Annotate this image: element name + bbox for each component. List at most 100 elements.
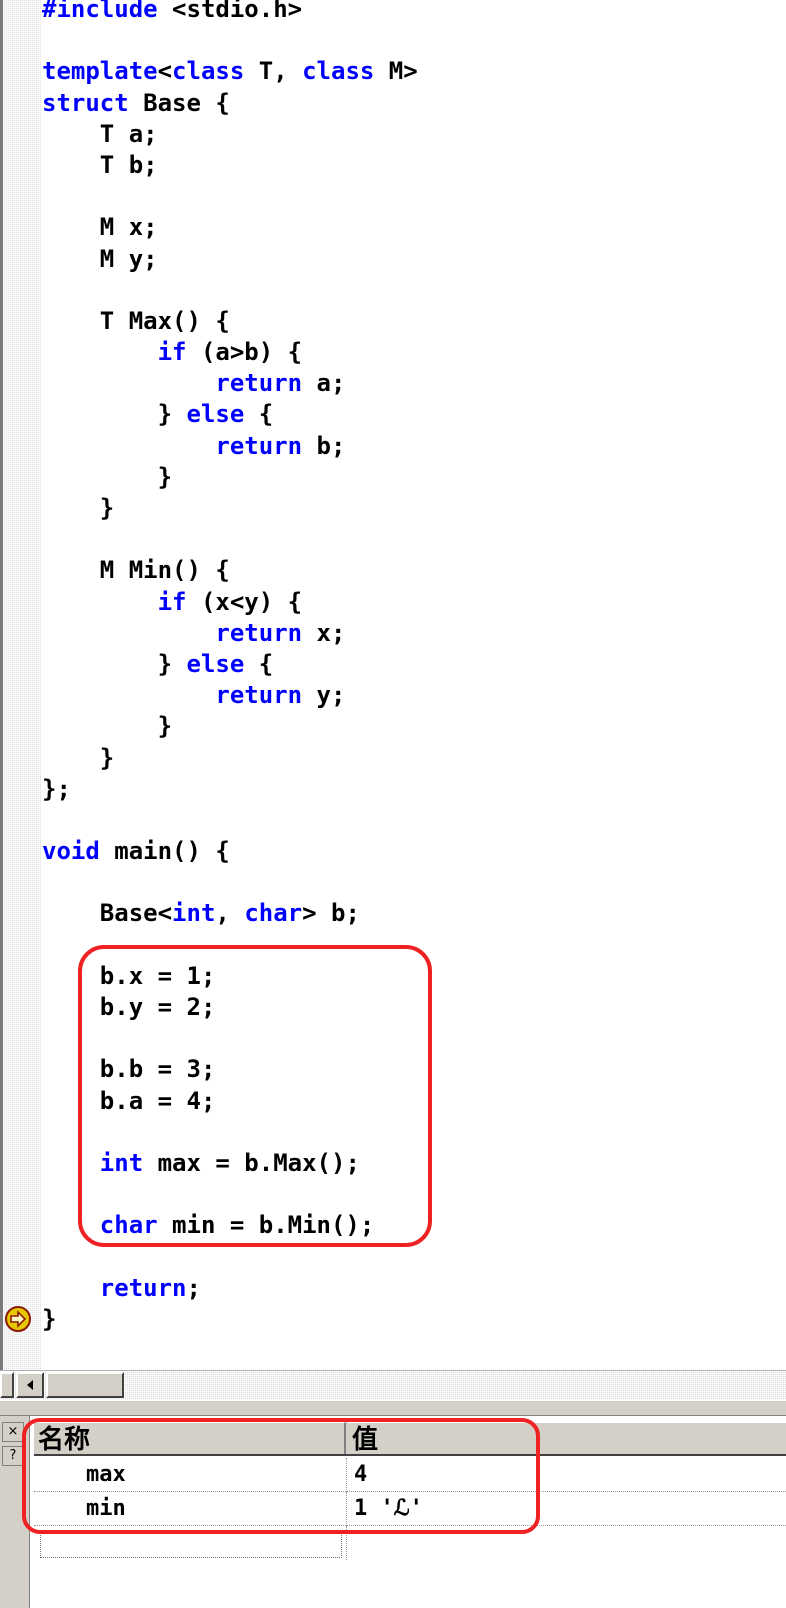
code-line[interactable]: } — [42, 711, 418, 742]
new-watch-entry[interactable] — [40, 1532, 342, 1558]
code-line[interactable]: } — [42, 493, 418, 524]
code-keyword: template — [42, 57, 158, 86]
close-icon[interactable]: × — [2, 1422, 24, 1442]
code-text: T a; — [42, 119, 158, 148]
code-line[interactable]: #include <stdio.h> — [42, 0, 418, 25]
code-text: } — [42, 1304, 57, 1333]
code-text: main() { — [99, 837, 230, 866]
help-icon[interactable]: ? — [2, 1446, 24, 1466]
code-text: } — [42, 494, 115, 522]
code-line[interactable]: } — [42, 743, 418, 774]
code-text: } — [42, 712, 173, 741]
code-text: T Max() { — [42, 306, 230, 335]
code-text: ; — [186, 1273, 201, 1302]
panel-splitter[interactable] — [0, 1400, 786, 1416]
code-text: { — [244, 649, 274, 678]
code-line[interactable]: } else { — [42, 399, 418, 430]
code-text: (x<y) { — [186, 587, 303, 616]
code-text: Base { — [128, 88, 230, 117]
code-text: x; — [302, 618, 346, 647]
code-keyword: #include — [42, 0, 158, 23]
code-line[interactable]: return a; — [42, 368, 418, 399]
code-keyword: if — [157, 338, 187, 367]
code-keyword: else — [186, 400, 245, 429]
code-line[interactable]: struct Base { — [42, 88, 418, 119]
code-text: }; — [42, 774, 71, 803]
code-line[interactable]: } — [42, 462, 418, 493]
code-text: <stdio.h> — [157, 0, 303, 23]
code-line[interactable]: } else { — [42, 649, 418, 680]
code-keyword: char — [244, 899, 303, 928]
code-highlight-annotation — [78, 945, 432, 1247]
code-line[interactable]: }; — [42, 774, 418, 805]
code-keyword: class — [172, 57, 245, 86]
arrow-right-icon — [10, 1310, 27, 1328]
code-line[interactable]: return y; — [42, 680, 418, 711]
code-keyword: return — [215, 369, 303, 398]
scroll-thumb[interactable] — [46, 1372, 124, 1398]
code-line[interactable]: M y; — [42, 244, 418, 275]
code-keyword: struct — [42, 88, 129, 117]
scroll-pane-button[interactable] — [0, 1372, 14, 1398]
code-keyword: return — [215, 681, 303, 710]
code-text: { — [244, 400, 274, 429]
code-text: > b; — [302, 899, 360, 928]
code-keyword: else — [186, 649, 245, 678]
code-keyword: class — [302, 57, 375, 86]
arrow-left-icon — [27, 1380, 33, 1390]
code-text: a; — [302, 369, 346, 398]
code-text: (a>b) { — [186, 338, 303, 367]
code-text: T, — [244, 57, 303, 86]
code-line[interactable]: Base<int, char> b; — [42, 898, 418, 929]
code-line[interactable] — [42, 181, 418, 212]
code-text: } — [42, 649, 187, 678]
code-keyword: return — [99, 1273, 187, 1302]
code-text: Base< — [42, 899, 173, 928]
code-text: < — [157, 57, 173, 86]
code-keyword: return — [215, 431, 303, 460]
code-line[interactable] — [42, 805, 418, 836]
code-text: y; — [302, 681, 346, 710]
code-keyword: int — [172, 899, 216, 928]
code-line[interactable]: return x; — [42, 618, 418, 649]
code-keyword: if — [157, 587, 187, 616]
code-line[interactable]: M Min() { — [42, 555, 418, 586]
code-line[interactable]: T Max() { — [42, 306, 418, 337]
code-line[interactable]: T b; — [42, 150, 418, 181]
code-text: M> — [374, 57, 418, 86]
editor-gutter[interactable] — [3, 0, 41, 1370]
watch-highlight-annotation — [22, 1418, 540, 1534]
code-text: M x; — [42, 213, 158, 242]
code-line[interactable] — [42, 867, 418, 898]
code-keyword: return — [215, 618, 303, 647]
code-text: M Min() { — [42, 556, 230, 585]
code-line[interactable]: if (a>b) { — [42, 337, 418, 368]
horizontal-scrollbar[interactable] — [0, 1370, 786, 1400]
code-line[interactable]: void main() { — [42, 836, 418, 867]
code-text: M y; — [42, 244, 158, 273]
current-line-arrow-icon — [5, 1306, 31, 1332]
code-line[interactable] — [42, 275, 418, 306]
code-line[interactable]: T a; — [42, 119, 418, 150]
code-line[interactable] — [42, 524, 418, 555]
code-line[interactable] — [42, 25, 418, 56]
code-line[interactable]: return b; — [42, 431, 418, 462]
code-text: T b; — [42, 150, 158, 179]
code-text: , — [215, 899, 245, 928]
code-line[interactable]: } — [42, 1304, 418, 1335]
code-line[interactable]: if (x<y) { — [42, 587, 418, 618]
code-text: } — [42, 743, 115, 772]
code-line[interactable]: template<class T, class M> — [42, 56, 418, 87]
code-line[interactable]: M x; — [42, 212, 418, 243]
code-line[interactable]: return; — [42, 1273, 418, 1304]
scroll-left-button[interactable] — [16, 1372, 44, 1398]
code-text: } — [42, 400, 187, 429]
code-editor[interactable]: #include <stdio.h> template<class T, cla… — [0, 0, 786, 1370]
